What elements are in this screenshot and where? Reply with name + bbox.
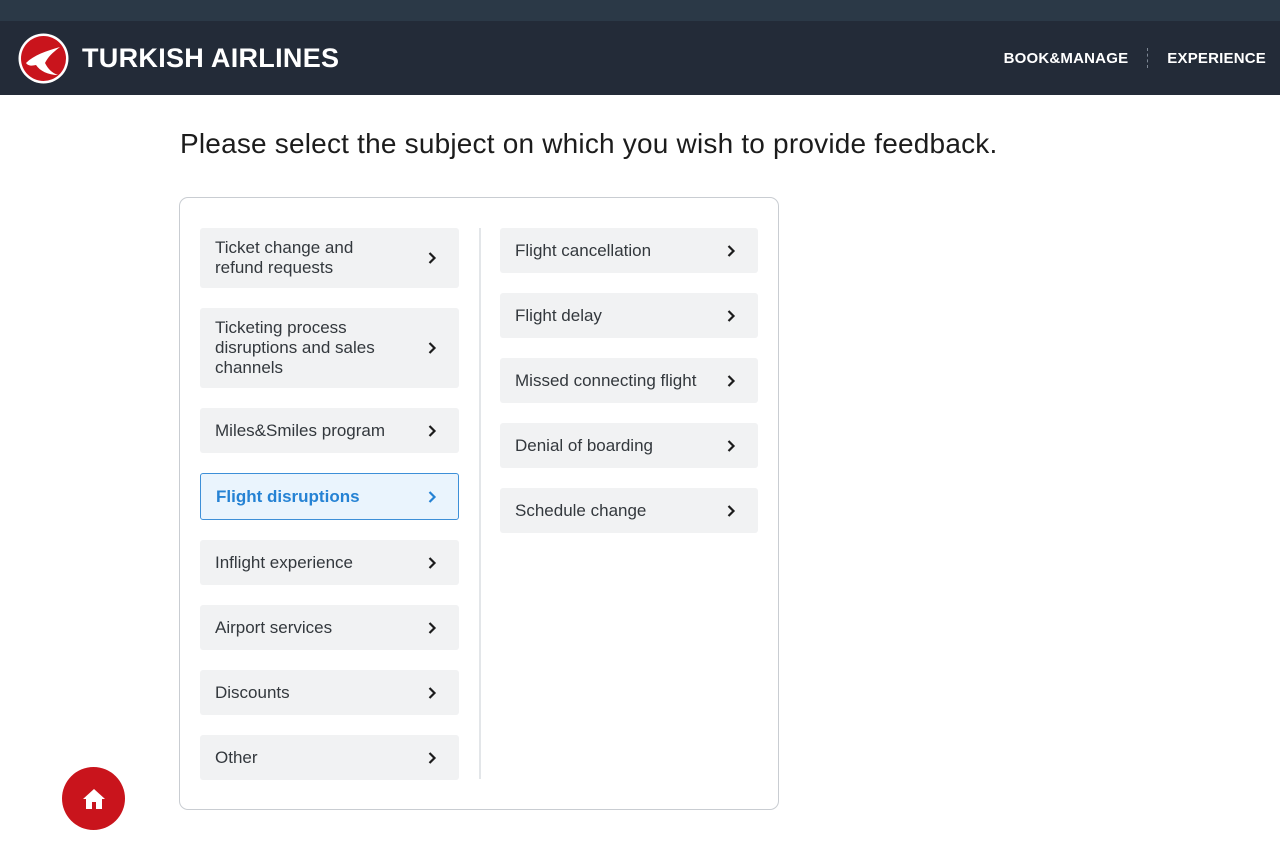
- chevron-right-icon: [428, 751, 437, 764]
- chevron-right-icon: [428, 686, 437, 699]
- main-nav: BOOK&MANAGE EXPERIENCE: [1004, 48, 1266, 68]
- chevron-right-icon: [428, 556, 437, 569]
- brand-name[interactable]: TURKISH AIRLINES: [82, 43, 339, 74]
- subject-label: Inflight experience: [215, 552, 353, 572]
- subtopic-label: Denial of boarding: [515, 435, 653, 455]
- subject-flight-disruptions[interactable]: Flight disruptions: [200, 473, 459, 520]
- subject-label: Ticketing process disruptions and sales …: [215, 318, 375, 377]
- subject-ticketing-process[interactable]: Ticketing process disruptions and sales …: [200, 308, 459, 388]
- subject-label: Other: [215, 747, 258, 767]
- subtopic-label: Flight cancellation: [515, 240, 652, 260]
- subtopic-flight-delay[interactable]: Flight delay: [500, 293, 758, 338]
- subject-miles-smiles[interactable]: Miles&Smiles program: [200, 408, 459, 453]
- turkish-airlines-logo-icon[interactable]: [18, 33, 69, 84]
- subtopic-label: Schedule change: [515, 500, 647, 520]
- subtopic-flight-cancellation[interactable]: Flight cancellation: [500, 228, 758, 273]
- column-divider: [479, 228, 481, 779]
- subtopic-missed-connecting-flight[interactable]: Missed connecting flight: [500, 358, 758, 403]
- site-header: TURKISH AIRLINES BOOK&MANAGE EXPERIENCE: [0, 21, 1280, 95]
- chevron-right-icon: [727, 504, 736, 517]
- page-title: Please select the subject on which you w…: [180, 128, 998, 159]
- top-strip: [0, 0, 1280, 21]
- home-icon: [82, 788, 105, 809]
- chevron-right-icon: [727, 244, 736, 257]
- chevron-right-icon: [428, 252, 437, 264]
- nav-separator: [1147, 48, 1149, 68]
- subject-label: Miles&Smiles program: [215, 420, 386, 440]
- chevron-right-icon: [428, 424, 437, 437]
- subtopic-schedule-change[interactable]: Schedule change: [500, 488, 758, 533]
- subject-inflight-experience[interactable]: Inflight experience: [200, 540, 459, 585]
- nav-experience[interactable]: EXPERIENCE: [1167, 50, 1266, 67]
- subject-label: Airport services: [215, 617, 333, 637]
- subject-airport-services[interactable]: Airport services: [200, 605, 459, 650]
- subtopic-label: Missed connecting flight: [515, 370, 697, 390]
- subject-discounts[interactable]: Discounts: [200, 670, 459, 715]
- chevron-right-icon: [727, 309, 736, 322]
- feedback-subject-panel: Ticket change and refund requests Ticket…: [179, 197, 779, 810]
- subject-label: Flight disruptions: [216, 486, 360, 506]
- subject-other[interactable]: Other: [200, 735, 459, 780]
- subtopic-denial-of-boarding[interactable]: Denial of boarding: [500, 423, 758, 468]
- nav-book-manage[interactable]: BOOK&MANAGE: [1004, 50, 1129, 67]
- subject-label: Discounts: [215, 682, 290, 702]
- home-button[interactable]: [62, 767, 125, 830]
- chevron-right-icon: [428, 342, 437, 354]
- subtopic-label: Flight delay: [515, 305, 602, 325]
- subject-label: Ticket change and refund requests: [215, 238, 354, 277]
- chevron-right-icon: [428, 621, 437, 634]
- chevron-right-icon: [428, 490, 437, 503]
- chevron-right-icon: [727, 439, 736, 452]
- subject-ticket-change-refund[interactable]: Ticket change and refund requests: [200, 228, 459, 288]
- chevron-right-icon: [727, 374, 736, 387]
